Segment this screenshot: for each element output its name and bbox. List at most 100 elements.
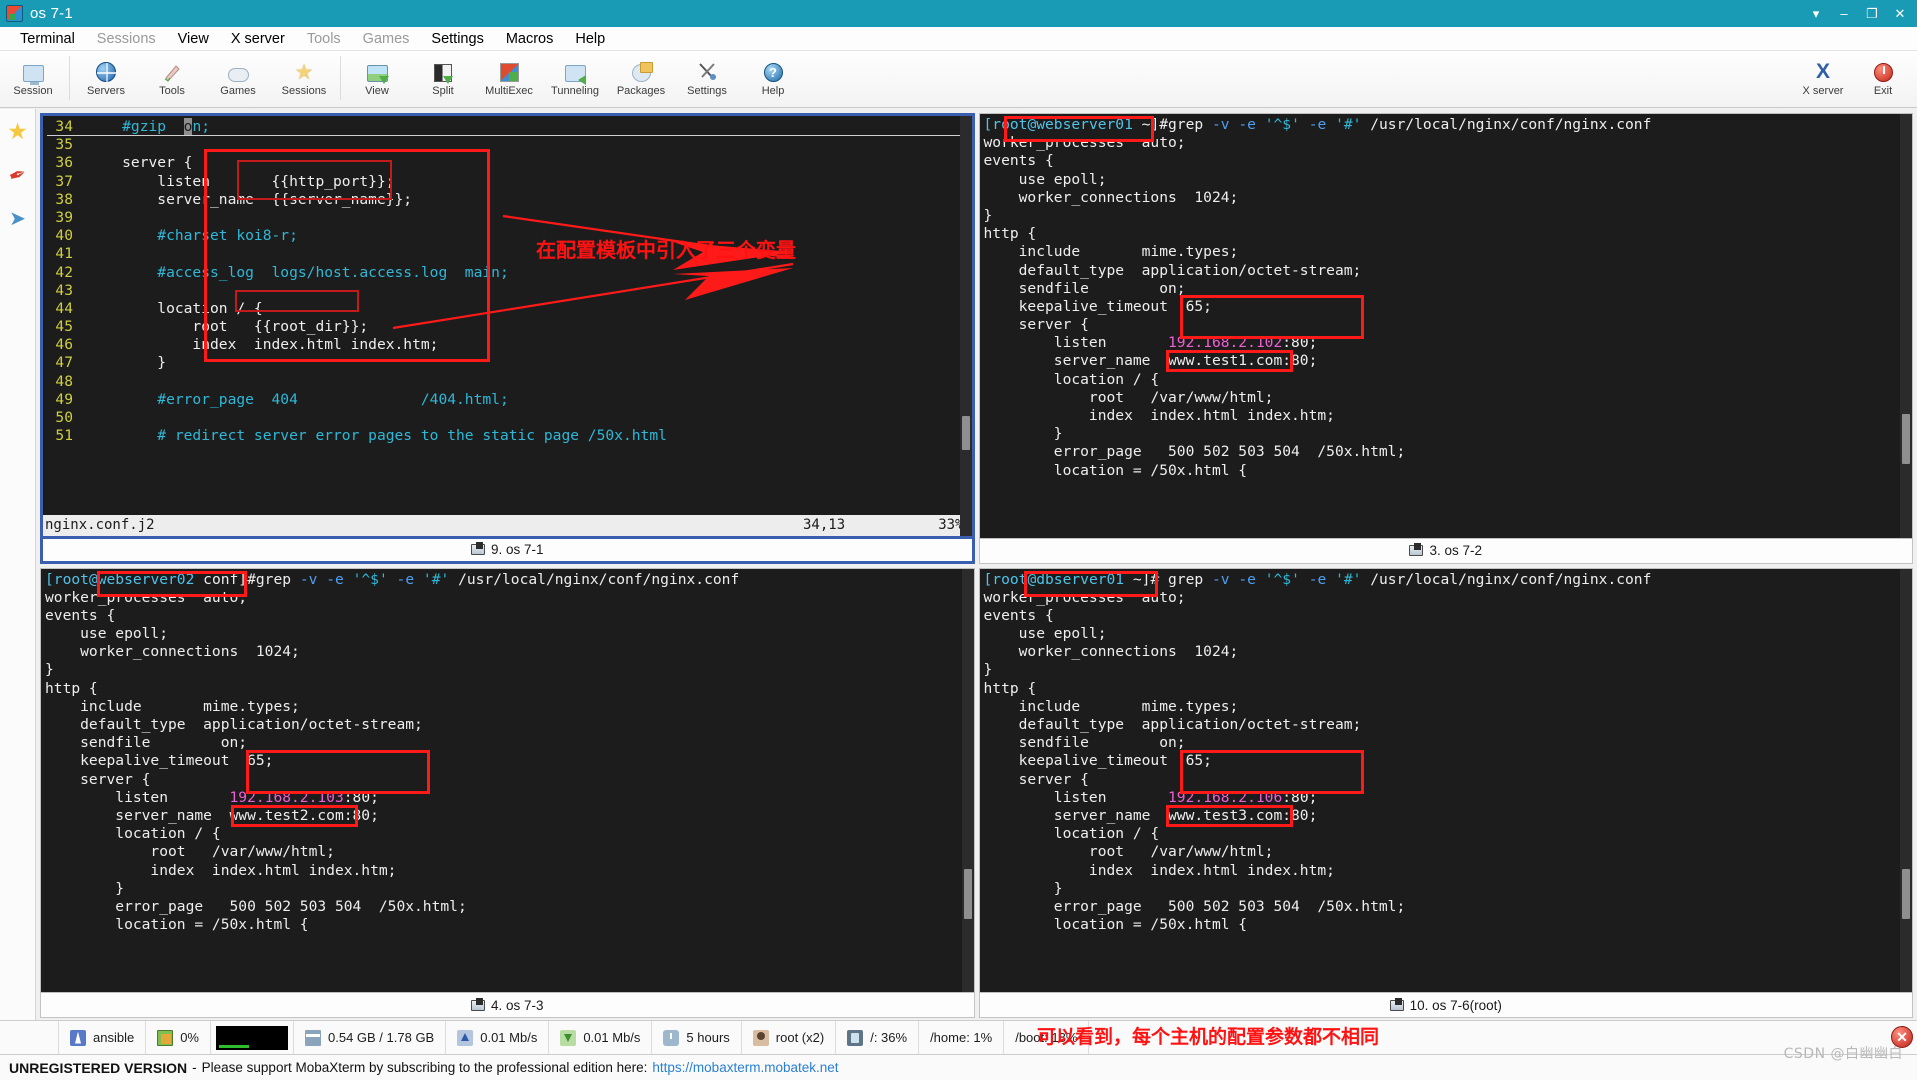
- menu-settings[interactable]: Settings: [420, 29, 494, 49]
- menu-help[interactable]: Help: [564, 29, 616, 49]
- dbserver01-scrollbar[interactable]: [1900, 568, 1912, 992]
- pane-editor-frame: 34 #gzip on; 35 36 server {37 listen {{htt…: [40, 113, 975, 539]
- menu-view[interactable]: View: [167, 29, 220, 49]
- toolbar-games[interactable]: Games: [205, 54, 271, 97]
- toolbar-servers[interactable]: Servers: [73, 54, 139, 97]
- webserver02-scrollbar[interactable]: [961, 568, 974, 992]
- editor-terminal[interactable]: 34 #gzip on; 35 36 server {37 listen {{htt…: [43, 116, 972, 536]
- toolbar-x-server[interactable]: X X server: [1793, 54, 1853, 97]
- output-text: }: [983, 661, 993, 679]
- toolbar-exit[interactable]: Exit: [1853, 54, 1913, 97]
- minimize-button[interactable]: –: [1831, 3, 1857, 25]
- help-question-icon: ?: [763, 56, 783, 82]
- status-user[interactable]: root (x2): [742, 1020, 837, 1055]
- listen-port: :80;: [343, 788, 379, 806]
- output-line: keepalive_timeout 65;: [45, 752, 974, 770]
- line-text: #access_log logs/host.access.log main;: [87, 263, 509, 281]
- prompt-host: @webserver01: [1027, 116, 1133, 133]
- workspace: ★ ✒ ➤ 34 #gzip on; 35 36 server {37 listen…: [0, 109, 1917, 1020]
- pane-webserver02-title[interactable]: 4. os 7-3: [40, 993, 975, 1018]
- pane-dbserver01[interactable]: [root@dbserver01 ~]# grep -v -e '^$' -e …: [977, 566, 1916, 1021]
- toolbar-sessions[interactable]: ★ Sessions: [271, 54, 337, 97]
- ram-icon: [305, 1029, 321, 1046]
- pane-dbserver01-title[interactable]: 10. os 7-6(root): [978, 993, 1913, 1018]
- menu-macros[interactable]: Macros: [495, 29, 565, 49]
- webserver02-terminal[interactable]: [root@webserver02 conf]#grep -v -e '^$' …: [41, 568, 974, 992]
- output-line: index index.html index.htm;: [45, 862, 974, 880]
- menu-sessions[interactable]: Sessions: [86, 29, 167, 49]
- line-number: 50: [55, 409, 73, 426]
- toolbar-split[interactable]: Split: [410, 54, 476, 97]
- output-text: http {: [45, 679, 98, 697]
- status-ram[interactable]: 0.54 GB / 1.78 GB: [294, 1020, 447, 1055]
- toolbar-help[interactable]: ? Help: [740, 54, 806, 97]
- toolbar-session[interactable]: Session: [0, 54, 66, 97]
- toolbar-tools[interactable]: Tools: [139, 54, 205, 97]
- pane-editor[interactable]: 34 #gzip on; 35 36 server {37 listen {{htt…: [38, 111, 977, 566]
- status-cpu-graph[interactable]: [211, 1020, 294, 1055]
- pin-icon[interactable]: ✒: [4, 161, 32, 189]
- output-line: events {: [45, 607, 974, 625]
- dropdown-button[interactable]: ▾: [1803, 3, 1829, 25]
- status-cpu[interactable]: 0%: [146, 1020, 211, 1055]
- output-text: }: [983, 879, 1063, 897]
- favorites-star-icon[interactable]: ★: [4, 117, 32, 145]
- vim-filename: nginx.conf.j2: [45, 517, 155, 533]
- menu-games[interactable]: Games: [352, 29, 421, 49]
- toolbar-multiexec[interactable]: MultiExec: [476, 54, 542, 97]
- output-text: events {: [983, 606, 1054, 624]
- editor-scrollbar[interactable]: [959, 116, 972, 536]
- menu-terminal[interactable]: Terminal: [9, 29, 86, 49]
- status-disk-root[interactable]: /: 36%: [836, 1020, 920, 1055]
- status-upload[interactable]: 0.01 Mb/s: [446, 1020, 550, 1055]
- close-button[interactable]: ✕: [1887, 3, 1913, 25]
- output-line: sendfile on;: [984, 280, 1913, 298]
- toolbar-tools-label: Tools: [159, 85, 185, 97]
- sessions-star-icon: ★: [294, 61, 314, 84]
- menu-x-server[interactable]: X server: [220, 29, 296, 49]
- terminal-monitor-icon: [1389, 997, 1404, 1011]
- prompt-line: [root@webserver01 ~]#grep -v -e '^$' -e …: [984, 116, 1913, 134]
- output-line: use epoll;: [45, 625, 974, 643]
- editor-line: 39: [47, 209, 972, 227]
- output-text: error_page 500 502 503 504 /50x.html;: [45, 897, 467, 915]
- output-line: location = /50x.html {: [984, 462, 1913, 480]
- webserver01-terminal[interactable]: [root@webserver01 ~]#grep -v -e '^$' -e …: [979, 114, 1913, 538]
- status-disk-home[interactable]: /home: 1%: [919, 1020, 1005, 1055]
- toolbar-settings[interactable]: Settings: [674, 54, 740, 97]
- menu-tools[interactable]: Tools: [296, 29, 352, 49]
- left-sidebar: ★ ✒ ➤: [0, 109, 36, 1020]
- dbserver01-terminal[interactable]: [root@dbserver01 ~]# grep -v -e '^$' -e …: [979, 568, 1913, 992]
- status-uptime[interactable]: 5 hours: [652, 1020, 742, 1055]
- view-image-icon: [366, 56, 389, 84]
- status-ansible[interactable]: ansible: [58, 1020, 147, 1055]
- pane-editor-title[interactable]: 9. os 7-1: [40, 538, 975, 564]
- send-icon[interactable]: ➤: [4, 205, 32, 233]
- toolbar-packages[interactable]: Packages: [608, 54, 674, 97]
- pane-webserver01[interactable]: [root@webserver01 ~]#grep -v -e '^$' -e …: [977, 111, 1916, 566]
- footer-link[interactable]: https://mobaxterm.mobatek.net: [652, 1060, 838, 1075]
- root-dir-value: /var/www/html;: [211, 843, 335, 861]
- output-line: events {: [984, 607, 1913, 625]
- title-bar: os 7-1 ▾ – ❐ ✕: [0, 0, 1917, 27]
- toolbar-help-label: Help: [761, 85, 785, 97]
- toolbar-view[interactable]: View: [344, 54, 410, 97]
- pane-webserver02[interactable]: [root@webserver02 conf]#grep -v -e '^$' …: [38, 566, 977, 1021]
- maximize-button[interactable]: ❐: [1859, 3, 1885, 25]
- line-text: # redirect server error pages to the sta…: [87, 427, 667, 445]
- prompt-tail: ~]#: [1132, 116, 1169, 133]
- pane-webserver01-title[interactable]: 3. os 7-2: [978, 538, 1913, 564]
- webserver01-scrollbar[interactable]: [1900, 114, 1912, 538]
- output-text: default_type application/octet-stream;: [45, 716, 423, 733]
- listen-ip: 192.168.2.106: [1168, 788, 1283, 806]
- status-download[interactable]: 0.01 Mb/s: [549, 1020, 653, 1055]
- server-name-value: www.test1.com:80;: [1168, 352, 1318, 370]
- line-number: 44: [55, 299, 73, 317]
- output-line: default_type application/octet-stream;: [984, 262, 1913, 280]
- x-server-icon: X: [1815, 60, 1830, 83]
- output-text: root: [983, 388, 1151, 406]
- footer-dash: -: [192, 1060, 197, 1075]
- toolbar-tunneling[interactable]: Tunneling: [542, 54, 608, 97]
- line-text: server {: [87, 154, 193, 172]
- output-line: use epoll;: [984, 171, 1913, 189]
